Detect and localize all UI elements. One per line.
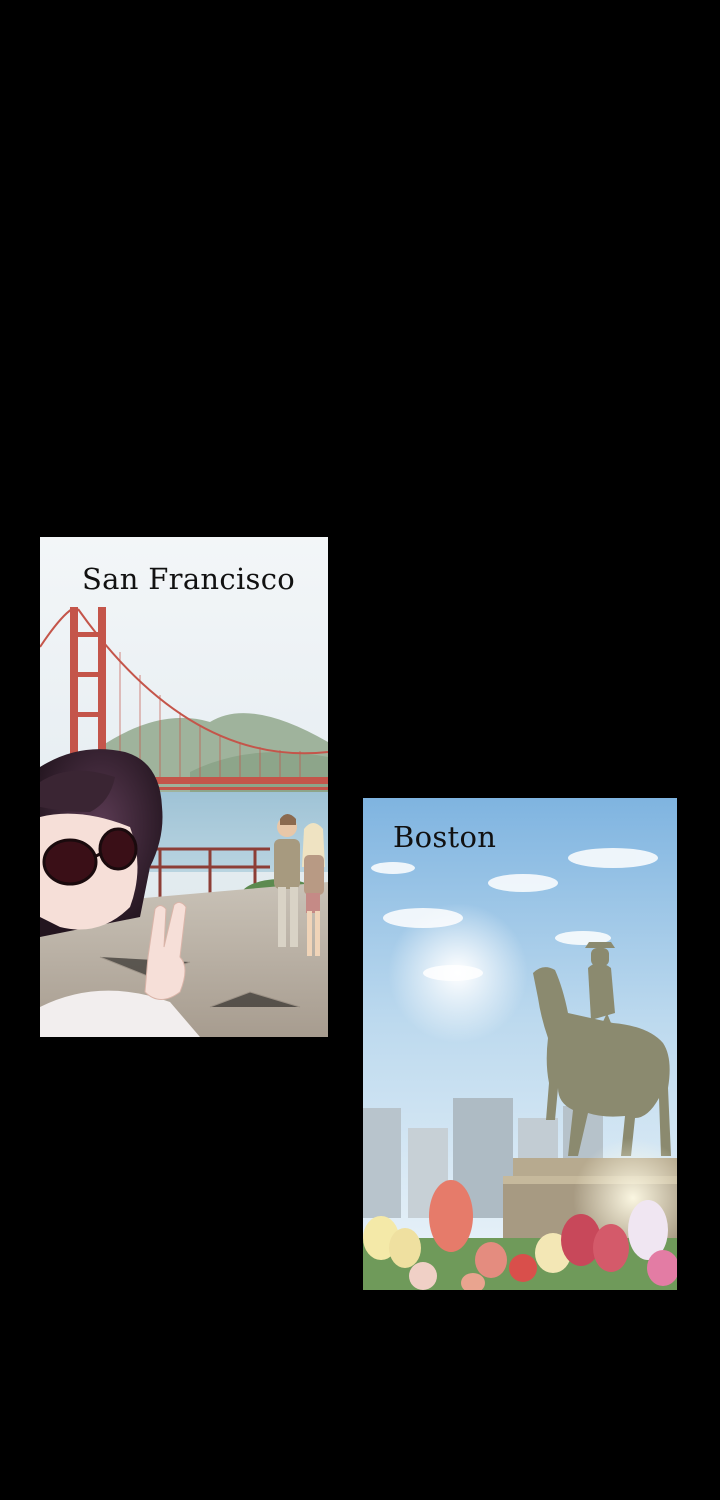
sun [388,903,528,1043]
san-francisco-panel: San Francisco [40,537,328,1037]
city-caption: San Francisco [82,562,296,596]
san-francisco-illustration [40,537,328,1037]
boston-panel: Boston [363,798,677,1290]
city-caption: Boston [393,820,497,854]
boston-illustration [363,798,677,1290]
